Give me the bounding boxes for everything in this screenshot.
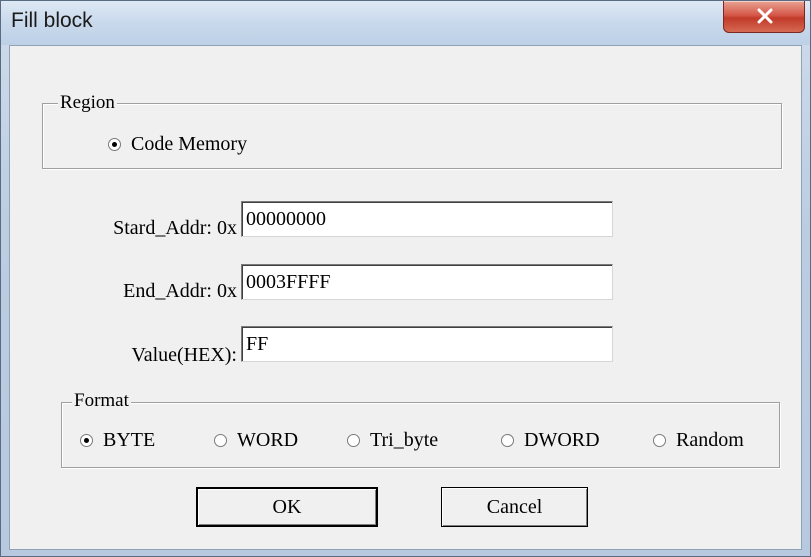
radio-unchecked-icon [347, 433, 360, 447]
start-addr-label: Stard_Addr: 0x [113, 217, 237, 239]
region-code-memory-radio[interactable]: Code Memory [108, 132, 247, 156]
end-addr-input[interactable]: 0003FFFF [241, 264, 613, 300]
format-option-label: WORD [237, 429, 299, 451]
format-option-label: Random [676, 429, 744, 451]
format-tri-byte-radio[interactable]: Tri_byte [347, 428, 438, 452]
radio-checked-icon [108, 137, 121, 151]
title-bar[interactable]: Fill block [1, 1, 810, 45]
fill-block-dialog: Fill block Region Code Memory Stard_Addr… [0, 0, 811, 557]
radio-checked-icon [80, 433, 93, 447]
start-addr-input[interactable]: 00000000 [241, 201, 613, 237]
format-word-radio[interactable]: WORD [214, 428, 298, 452]
format-option-label: Tri_byte [370, 429, 439, 451]
format-random-radio[interactable]: Random [653, 428, 744, 452]
close-button[interactable] [723, 1, 805, 33]
value-hex-label: Value(HEX): [131, 344, 237, 366]
close-icon [757, 8, 773, 24]
format-option-label: DWORD [524, 429, 600, 451]
window-title: Fill block [11, 9, 93, 32]
radio-unchecked-icon [653, 433, 666, 447]
format-dword-radio[interactable]: DWORD [501, 428, 600, 452]
radio-unchecked-icon [214, 433, 227, 447]
dialog-client-area: Region Code Memory Stard_Addr: 0x 000000… [9, 45, 802, 550]
format-option-label: BYTE [103, 429, 156, 451]
end-addr-label: End_Addr: 0x [123, 280, 237, 302]
region-option-label: Code Memory [131, 133, 248, 155]
ok-button[interactable]: OK [196, 487, 378, 527]
format-byte-radio[interactable]: BYTE [80, 428, 155, 452]
cancel-button[interactable]: Cancel [441, 487, 588, 527]
format-legend: Format [72, 390, 131, 412]
region-legend: Region [58, 92, 117, 114]
radio-unchecked-icon [501, 433, 514, 447]
value-hex-input[interactable]: FF [241, 326, 613, 362]
